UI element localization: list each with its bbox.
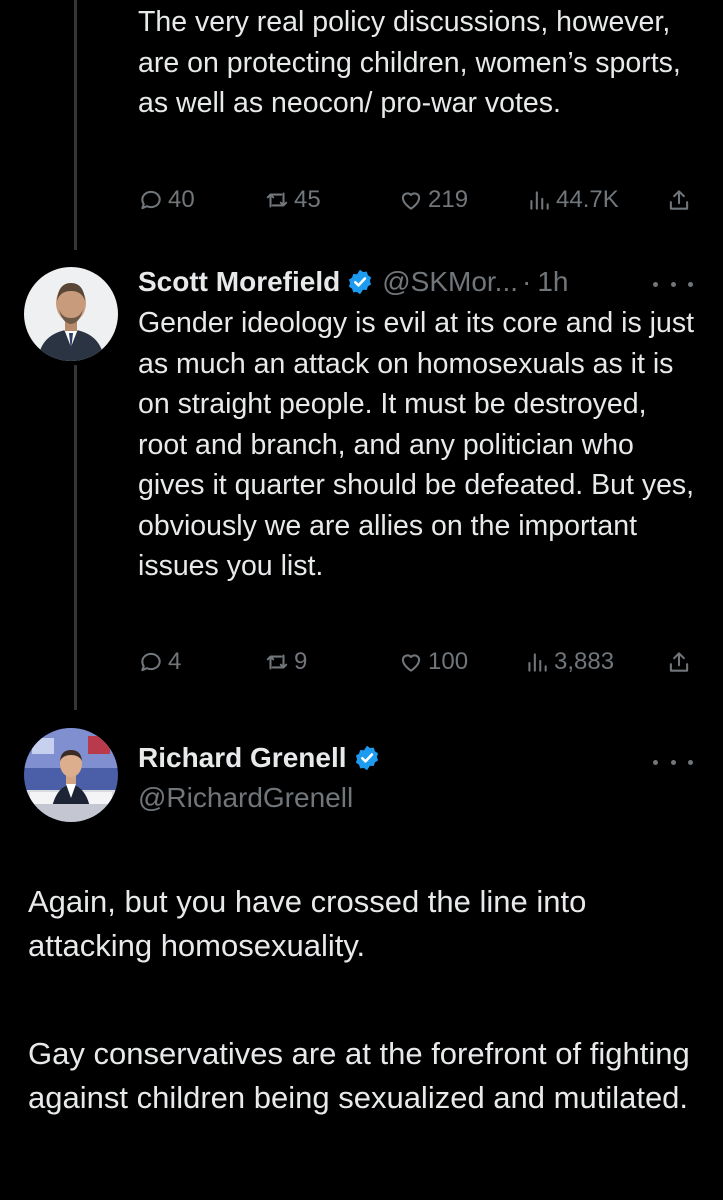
like-icon [401, 192, 421, 210]
tweet-text: Again, but you have crossed the line int… [28, 884, 587, 963]
tweet-text: The very real policy discussions, howeve… [138, 6, 681, 119]
author-handle[interactable]: @SKMor... [382, 266, 518, 298]
views-button[interactable]: 44.7K [526, 182, 619, 218]
author-name[interactable]: Richard Grenell [138, 742, 347, 774]
share-button[interactable] [666, 644, 692, 680]
tweet-header: Scott Morefield @SKMor... · 1h [138, 262, 569, 302]
reply-icon [141, 652, 161, 672]
author-name[interactable]: Scott Morefield [138, 266, 340, 298]
like-icon [401, 654, 421, 672]
retweet-icon [266, 192, 288, 208]
more-button[interactable] [653, 750, 693, 774]
tweet-header: Richard Grenell [138, 738, 389, 778]
author-handle[interactable]: @RichardGrenell [138, 782, 353, 814]
like-button[interactable]: 219 [398, 182, 468, 218]
retweet-button[interactable]: 45 [264, 182, 321, 218]
more-icon [653, 759, 658, 765]
views-count: 44.7K [556, 186, 619, 213]
avatar[interactable] [24, 267, 118, 361]
like-count: 100 [428, 648, 469, 675]
share-button[interactable] [666, 182, 692, 218]
tweet-handle-row: @RichardGrenell [138, 778, 353, 818]
retweet-count: 9 [294, 648, 308, 675]
views-count: 3,883 [554, 648, 615, 675]
share-icon [669, 190, 689, 210]
retweet-count: 45 [294, 186, 321, 213]
tweet-text: Gay conservatives are at the forefront o… [28, 1036, 690, 1115]
verified-badge-icon [349, 269, 372, 295]
verified-badge-icon [355, 745, 378, 771]
retweet-icon [266, 654, 288, 670]
like-button[interactable]: 100 [398, 644, 468, 680]
reply-button[interactable]: 40 [138, 182, 195, 218]
tweet-actions: 4 9 100 3,883 [138, 644, 698, 680]
tweet-text: Gender ideology is evil at its core and … [138, 307, 695, 582]
timestamp[interactable]: 1h [537, 266, 568, 298]
reply-button[interactable]: 4 [138, 644, 181, 680]
more-icon [653, 281, 658, 287]
thread-line [74, 365, 77, 710]
views-icon [530, 191, 549, 210]
share-icon [669, 652, 689, 672]
tweet-actions: 40 45 219 44.7K [138, 182, 698, 218]
views-icon [528, 653, 547, 672]
thread-line [74, 0, 77, 250]
reply-icon [141, 190, 161, 210]
views-button[interactable]: 3,883 [524, 644, 614, 680]
reply-count: 4 [168, 648, 182, 675]
like-count: 219 [428, 186, 469, 213]
separator: · [522, 266, 532, 297]
avatar[interactable] [24, 728, 118, 822]
retweet-button[interactable]: 9 [264, 644, 307, 680]
more-button[interactable] [653, 272, 693, 296]
reply-count: 40 [168, 186, 195, 213]
